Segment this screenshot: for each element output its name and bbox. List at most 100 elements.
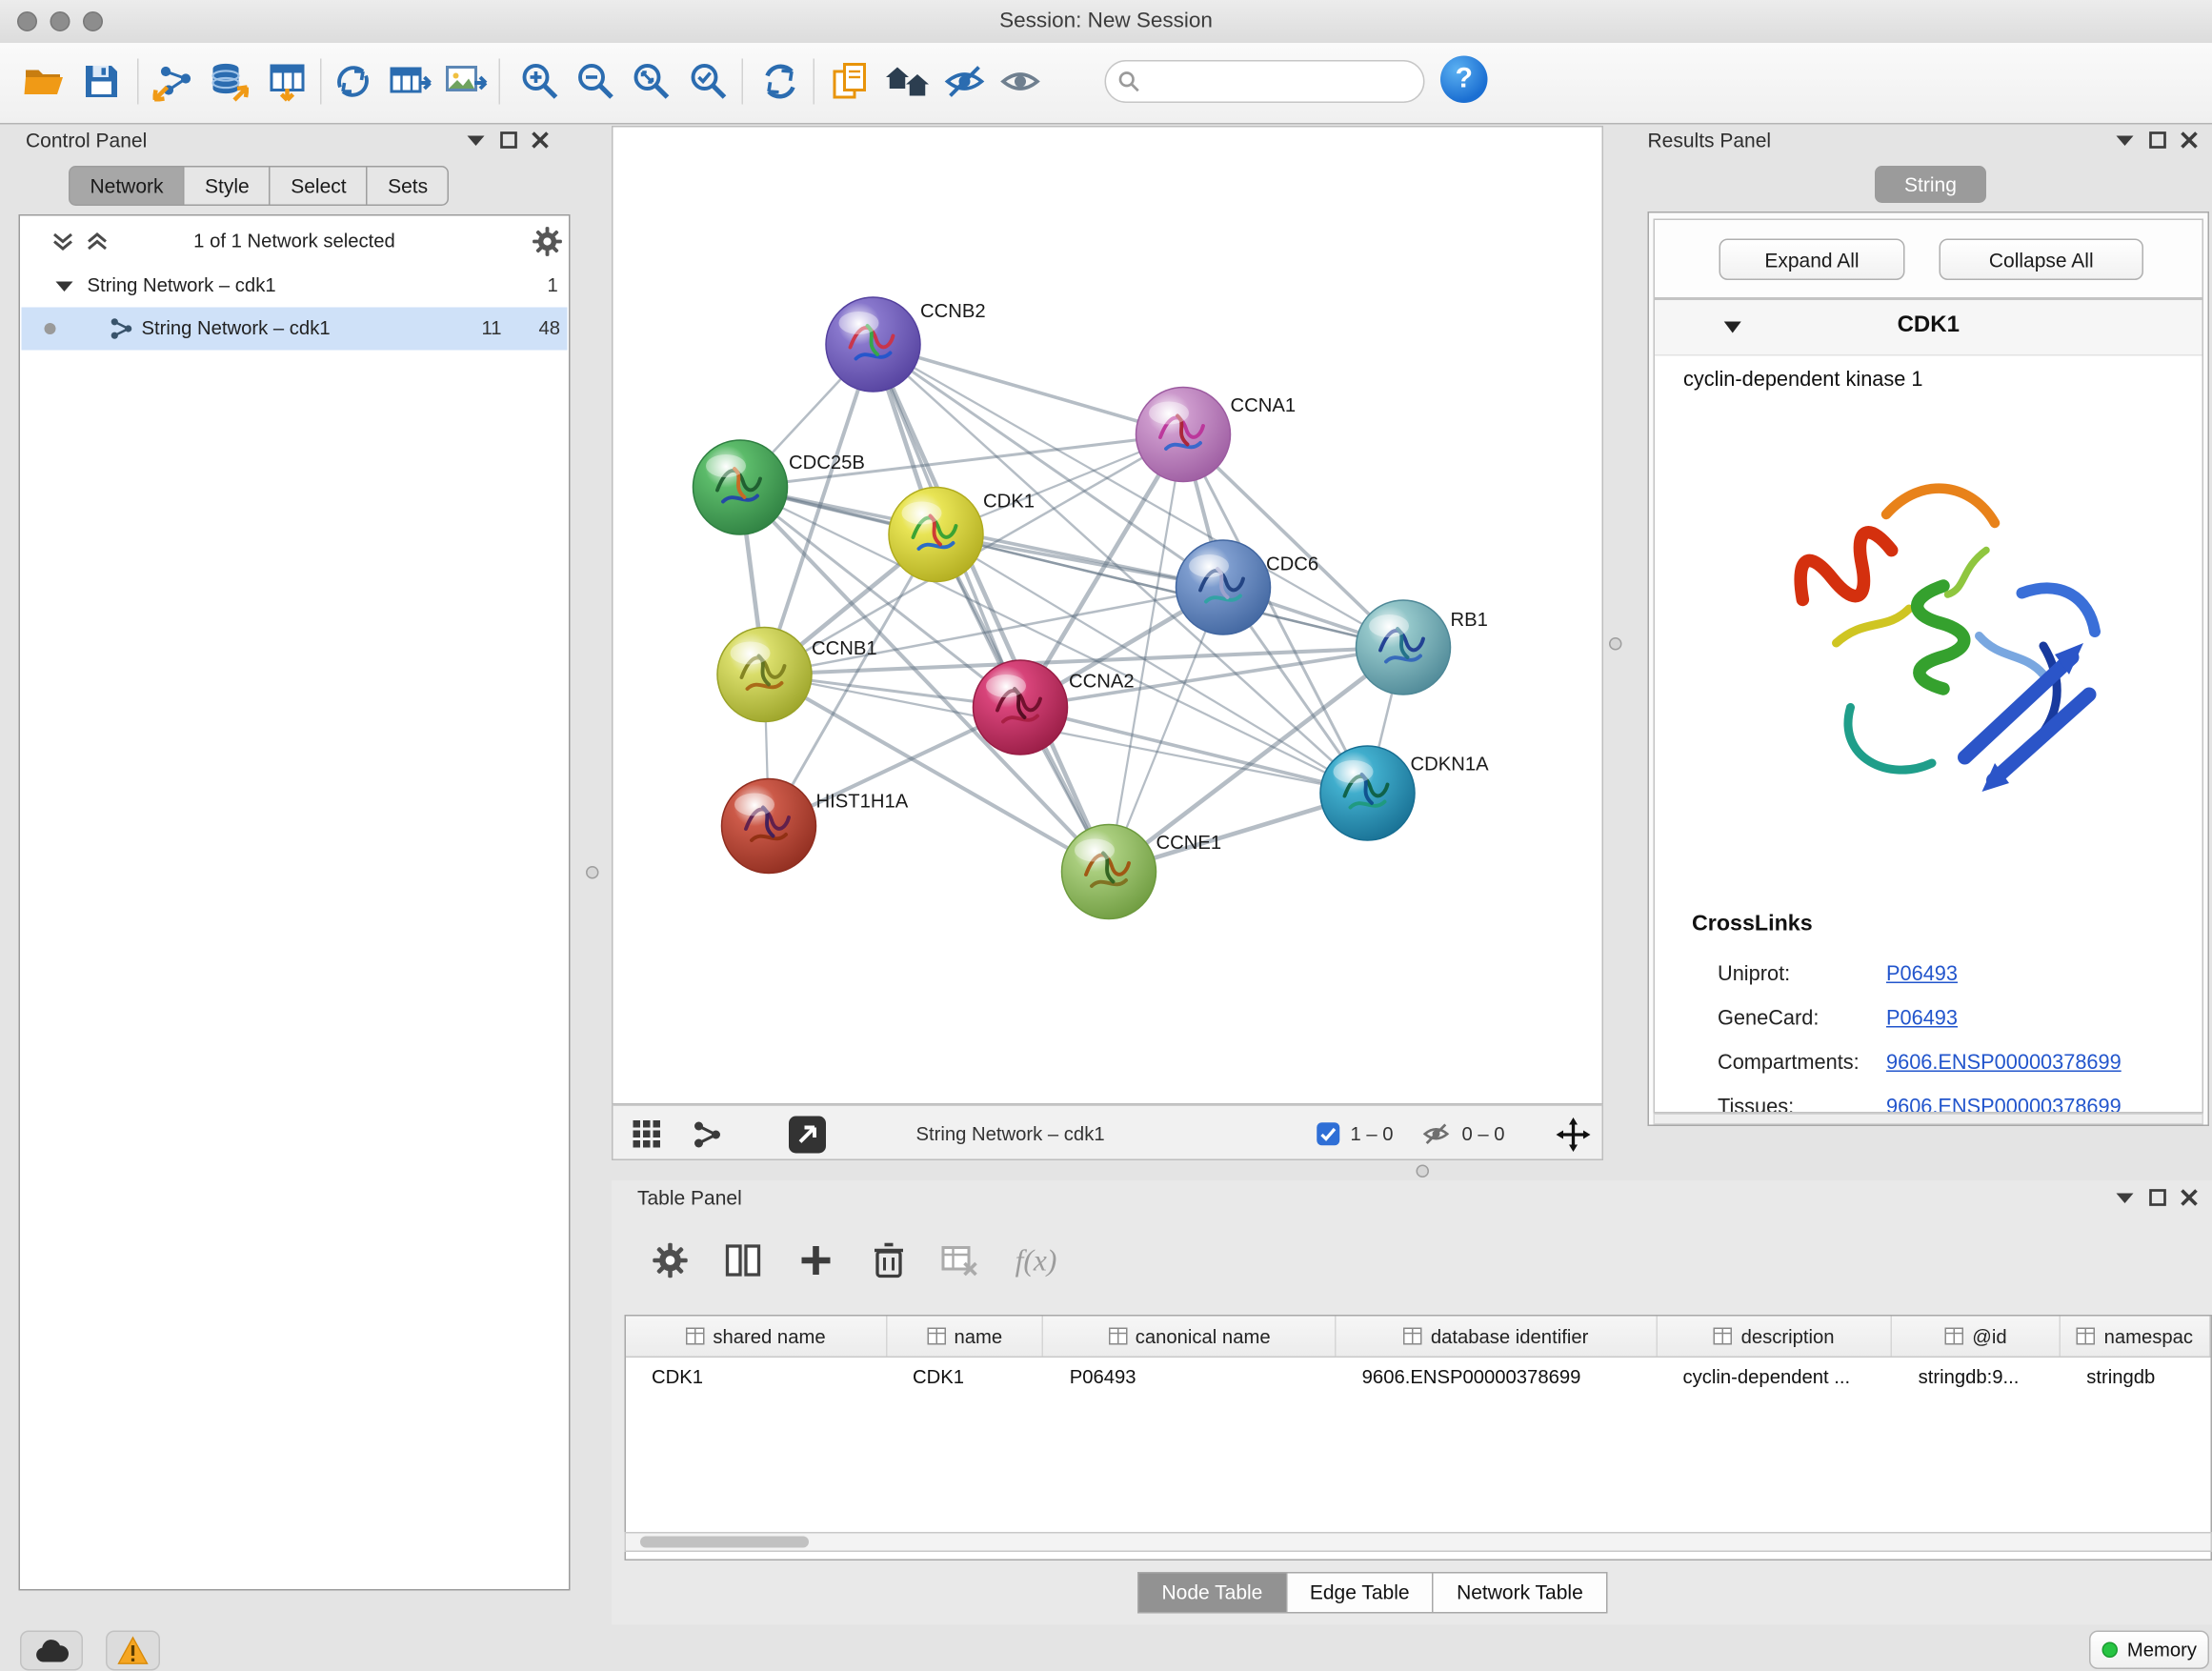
network-list-panel: 1 of 1 Network selected String Networ <box>19 214 571 1591</box>
crosslink-value-link[interactable]: P06493 <box>1886 962 1958 985</box>
node-RB1[interactable] <box>1357 600 1451 695</box>
create-column-button[interactable] <box>788 1232 845 1289</box>
collapse-panel-icon[interactable] <box>466 133 486 148</box>
import-network-file-button[interactable] <box>149 56 200 108</box>
edge-CCNB2-CCNA1[interactable] <box>874 345 1184 435</box>
zoom-selected-button[interactable] <box>683 56 734 108</box>
float-panel-icon[interactable] <box>2149 131 2166 149</box>
hide-selected-button[interactable] <box>939 56 991 108</box>
expand-all-button[interactable]: Expand All <box>1719 239 1905 281</box>
table-cell[interactable]: CDK1 <box>626 1357 887 1397</box>
search-input[interactable] <box>1149 70 1412 94</box>
vertical-splitter-handle[interactable] <box>1609 637 1622 651</box>
column-header--id[interactable]: @id <box>1893 1317 2061 1357</box>
network-row-selected[interactable]: String Network – cdk1 11 48 <box>22 308 568 351</box>
column-header-canonical-name[interactable]: canonical name <box>1044 1317 1337 1357</box>
detach-view-button[interactable] <box>788 1106 828 1162</box>
tab-select[interactable]: Select <box>270 166 368 206</box>
network-view-share-button[interactable] <box>694 1106 722 1162</box>
birdseye-toggle-button[interactable] <box>1557 1106 1591 1162</box>
node-HIST1H1A[interactable] <box>722 779 816 874</box>
table-row[interactable]: CDK1CDK1P064939606.ENSP00000378699cyclin… <box>626 1357 2211 1397</box>
float-panel-icon[interactable] <box>500 131 517 149</box>
edge-CCNB2-CCNE1[interactable] <box>874 345 1110 873</box>
collapse-panel-icon[interactable] <box>2115 133 2135 148</box>
collapse-panel-icon[interactable] <box>2115 1191 2135 1205</box>
help-button[interactable]: ? <box>1440 56 1488 104</box>
save-session-button[interactable] <box>76 56 128 108</box>
collapse-all-button[interactable]: Collapse All <box>1940 239 2144 281</box>
tab-sets[interactable]: Sets <box>367 166 450 206</box>
node-CCNB2[interactable] <box>826 297 920 392</box>
export-table-button[interactable] <box>385 56 436 108</box>
node-CCNA1[interactable] <box>1136 388 1231 482</box>
table-cell[interactable]: 9606.ENSP00000378699 <box>1337 1357 1658 1397</box>
collection-label: String Network – cdk1 <box>88 274 276 296</box>
new-network-button[interactable] <box>328 56 379 108</box>
cloud-status-button[interactable] <box>20 1631 83 1671</box>
zoom-fit-button[interactable] <box>626 56 677 108</box>
warnings-button[interactable] <box>106 1631 160 1671</box>
node-CDC25B[interactable] <box>694 440 788 534</box>
memory-button[interactable]: Memory <box>2089 1631 2209 1670</box>
column-header-description[interactable]: description <box>1658 1317 1893 1357</box>
refresh-view-button[interactable] <box>754 56 806 108</box>
import-table-button[interactable] <box>262 56 313 108</box>
clone-network-button[interactable] <box>825 56 876 108</box>
table-cell[interactable]: stringdb:9... <box>1893 1357 2061 1397</box>
results-scrollbar[interactable] <box>1654 1114 2204 1125</box>
grid-view-button[interactable] <box>633 1106 662 1162</box>
column-header-namespac[interactable]: namespac <box>2061 1317 2210 1357</box>
tab-edge-table[interactable]: Edge Table <box>1285 1572 1434 1614</box>
column-header-name[interactable]: name <box>887 1317 1044 1357</box>
node-CCNE1[interactable] <box>1062 825 1156 919</box>
column-header-shared-name[interactable]: shared name <box>626 1317 887 1357</box>
function-builder-button[interactable]: f(x) <box>1008 1232 1065 1289</box>
node-CCNA2[interactable] <box>974 660 1068 755</box>
zoom-in-button[interactable] <box>514 56 566 108</box>
edge-CDC6-CCNB1[interactable] <box>765 588 1224 675</box>
table-cell[interactable]: P06493 <box>1044 1357 1337 1397</box>
export-image-button[interactable] <box>440 56 492 108</box>
checkbox-icon[interactable] <box>1317 1122 1341 1147</box>
toolbar-separator <box>137 59 139 105</box>
tab-style[interactable]: Style <box>184 166 271 206</box>
tab-string[interactable]: String <box>1875 166 1986 203</box>
column-header-database-identifier[interactable]: database identifier <box>1337 1317 1658 1357</box>
open-session-button[interactable] <box>19 56 70 108</box>
tree-expand-icon[interactable] <box>56 280 73 293</box>
gear-icon[interactable] <box>532 226 563 257</box>
crosslink-value-link[interactable]: 9606.ENSP00000378699 <box>1886 1051 2122 1074</box>
node-CDK1[interactable] <box>889 488 983 582</box>
import-network-database-button[interactable] <box>203 56 254 108</box>
vertical-splitter-handle[interactable] <box>586 866 599 879</box>
first-neighbors-button[interactable] <box>882 56 934 108</box>
close-panel-icon[interactable] <box>2181 131 2198 149</box>
delete-column-button[interactable] <box>860 1232 917 1289</box>
crosslink-value-link[interactable]: P06493 <box>1886 1007 1958 1030</box>
table-cell[interactable]: cyclin-dependent ... <box>1658 1357 1893 1397</box>
zoom-out-button[interactable] <box>571 56 622 108</box>
table-cell[interactable]: stringdb <box>2061 1357 2210 1397</box>
network-canvas[interactable]: CCNB2CCNA1CDC25BCDK1CDC6RB1CCNB1CCNA2CDK… <box>612 126 1603 1105</box>
node-CCNB1[interactable] <box>717 628 812 722</box>
node-CDKN1A[interactable] <box>1320 746 1415 840</box>
table-horizontal-scrollbar[interactable] <box>625 1532 2212 1552</box>
tab-network-table[interactable]: Network Table <box>1433 1572 1608 1614</box>
show-columns-button[interactable] <box>714 1232 772 1289</box>
close-panel-icon[interactable] <box>532 131 549 149</box>
scrollbar-thumb[interactable] <box>640 1537 809 1548</box>
tab-network[interactable]: Network <box>69 166 185 206</box>
crosslink-value-link[interactable]: 9606.ENSP00000378699 <box>1886 1096 2122 1114</box>
network-collection-row[interactable]: String Network – cdk1 1 <box>22 265 568 308</box>
show-all-button[interactable] <box>995 56 1046 108</box>
table-cell[interactable]: CDK1 <box>887 1357 1044 1397</box>
close-panel-icon[interactable] <box>2181 1189 2198 1206</box>
table-settings-button[interactable] <box>642 1232 699 1289</box>
tab-node-table[interactable]: Node Table <box>1137 1572 1287 1614</box>
float-panel-icon[interactable] <box>2149 1189 2166 1206</box>
node-CDC6[interactable] <box>1176 540 1271 634</box>
horizontal-splitter-handle[interactable] <box>1417 1165 1430 1178</box>
delete-table-button[interactable] <box>931 1232 988 1289</box>
protein-card-header[interactable]: CDK1 <box>1655 300 2202 356</box>
